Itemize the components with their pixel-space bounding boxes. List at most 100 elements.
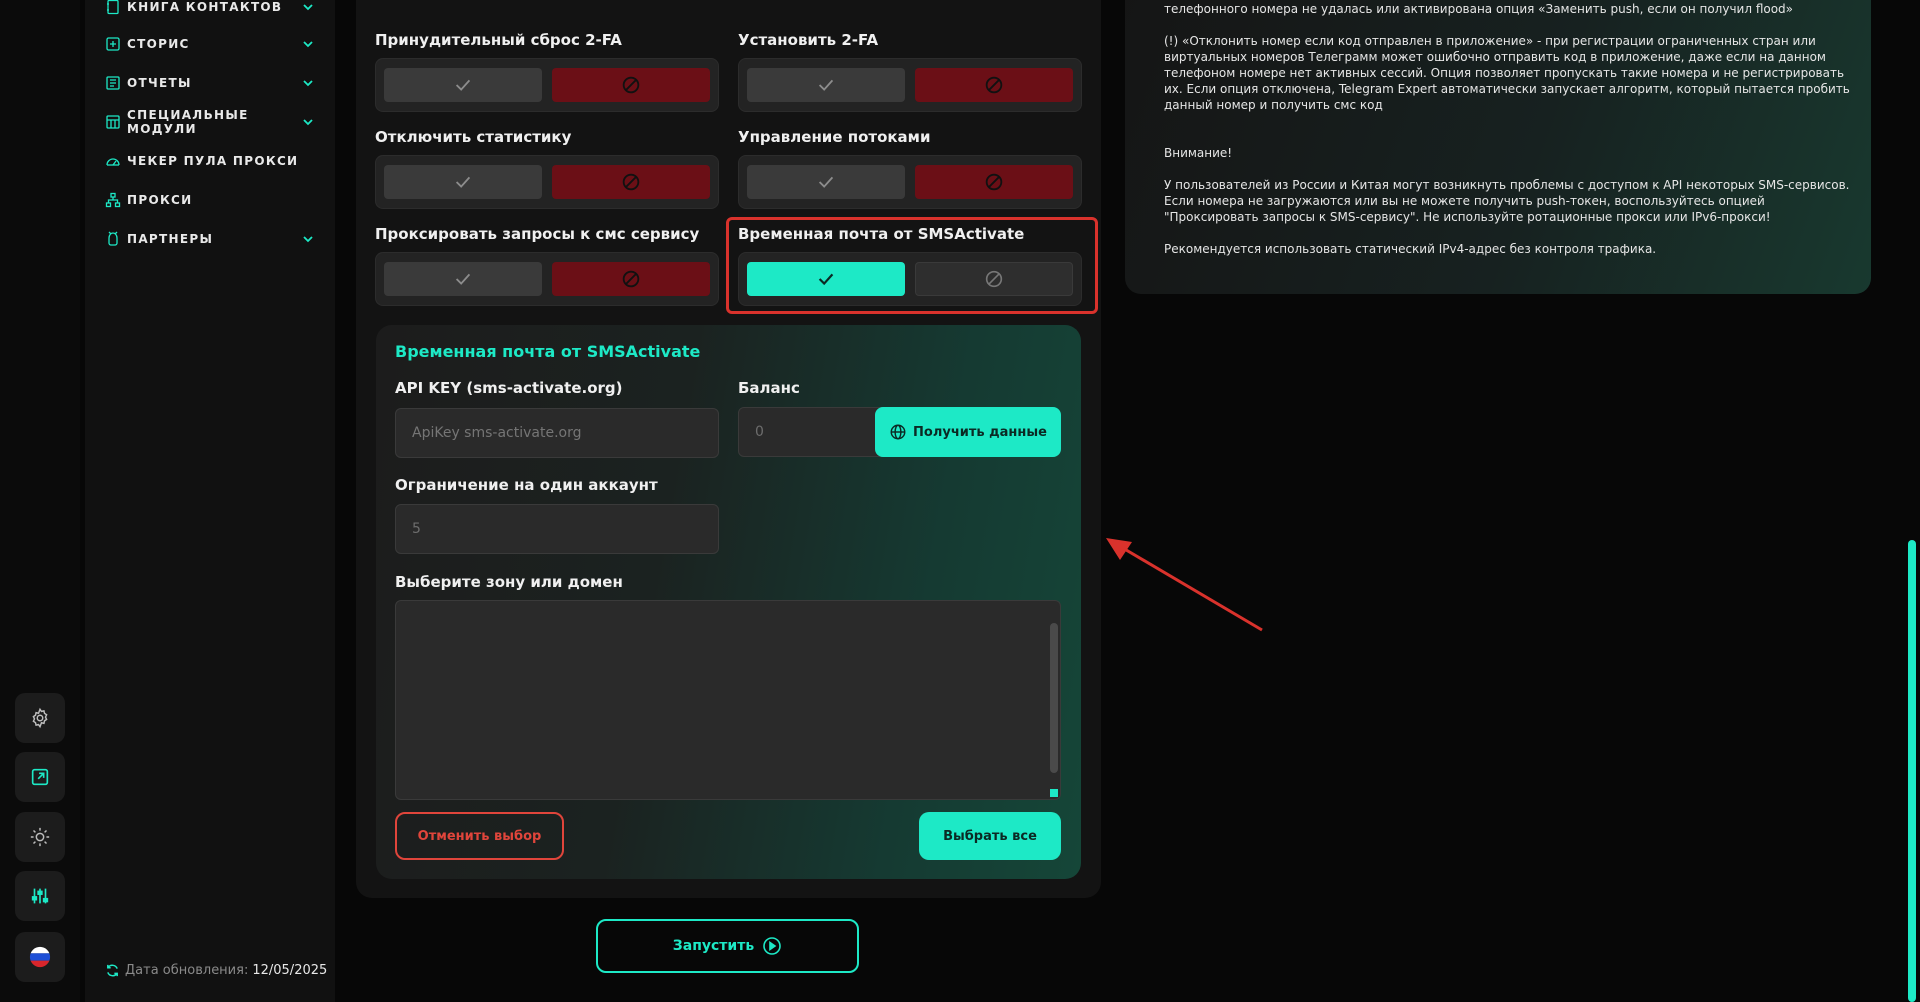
update-value: 12/05/2025 [252,963,328,978]
partners-icon [108,231,118,246]
limit-input[interactable]: 5 [395,504,719,554]
limit-label: Ограничение на один аккаунт [395,476,658,494]
info-card: телефонного номера не удалась или активи… [1125,0,1871,294]
disable-stats-label: Отключить статистику [375,128,572,146]
contacts-book-icon [107,0,119,15]
chevron-down-icon [303,236,313,243]
update-label: Дата обновления: [125,963,249,978]
proxy-sms-toggle [375,252,719,306]
launch-button[interactable]: Запустить [596,919,859,973]
external-link-rail-button[interactable] [15,752,65,802]
filters-rail-button[interactable] [15,871,65,921]
globe-icon [890,424,906,440]
sidebar-item-label: ПАРТНЕРЫ [127,232,214,246]
chevron-down-icon [303,4,313,11]
info-paragraph: телефонного номера не удалась или активи… [1164,2,1794,16]
enable-button[interactable] [384,68,542,102]
list-scrollbar[interactable] [1050,623,1058,773]
sidebar-item-label: СТОРИС [127,37,190,51]
thread-control-label: Управление потоками [738,128,931,146]
sidebar-item-contacts[interactable]: КНИГА КОНТАКТОВ [105,0,315,17]
block-icon [622,76,640,94]
info-paragraph: У пользователей из России и Китая могут … [1164,178,1850,224]
check-icon [455,273,471,285]
chevron-down-icon [303,41,313,48]
sidebar-item-proxy[interactable]: ПРОКСИ [105,190,315,210]
block-icon [622,173,640,191]
enable-button[interactable] [747,68,905,102]
gear-icon [32,707,48,729]
sidebar-item-proxy-pool-checker[interactable]: ЧЕКЕР ПУЛА ПРОКСИ [105,151,315,171]
sidebar-item-label: ЧЕКЕР ПУЛА ПРОКСИ [127,154,299,168]
proxy-sms-label: Проксировать запросы к смс сервису [375,225,700,243]
temp-mail-card-title: Временная почта от SMSActivate [395,342,701,361]
stories-plus-icon [106,37,120,51]
info-paragraph: Рекомендуется использовать статический I… [1164,242,1657,256]
disable-button[interactable] [552,165,710,199]
annotation-highlight-box [726,217,1098,314]
check-icon [455,176,471,188]
chevron-down-icon [303,119,313,126]
sidebar-item-label: ПРОКСИ [127,193,193,207]
zone-select-list[interactable] [395,600,1061,800]
check-icon [818,79,834,91]
sidebar-item-label: СПЕЦИАЛЬНЫЕ МОДУЛИ [127,108,249,136]
settings-rail-button[interactable] [15,693,65,743]
cancel-selection-button[interactable]: Отменить выбор [395,812,564,860]
set-2fa-toggle [738,58,1082,112]
annotation-arrow-icon [1106,538,1263,632]
thread-control-toggle [738,155,1082,209]
select-all-button[interactable]: Выбрать все [919,812,1061,860]
modules-icon [106,115,120,129]
balance-field: 0 [738,407,898,457]
refresh-icon [107,964,118,977]
app-window: КНИГА КОНТАКТОВ СТОРИС ОТЧЕТЫ СПЕЦИАЛЬНЫ… [0,0,1920,1002]
api-key-input[interactable] [395,408,719,458]
block-icon [985,173,1003,191]
disable-stats-toggle [375,155,719,209]
block-icon [985,76,1003,94]
sun-icon [30,827,50,847]
balance-value: 0 [755,424,764,440]
theme-rail-button[interactable] [15,812,65,862]
disable-button[interactable] [552,68,710,102]
sidebar: КНИГА КОНТАКТОВ СТОРИС ОТЧЕТЫ СПЕЦИАЛЬНЫ… [85,0,335,1002]
temp-mail-card: Временная почта от SMSActivate API KEY (… [376,325,1081,879]
disable-button[interactable] [915,68,1073,102]
enable-button[interactable] [384,165,542,199]
reports-icon [106,76,120,90]
sliders-icon [31,888,49,904]
get-data-label: Получить данные [913,424,1047,440]
external-link-icon [31,768,49,786]
chevron-down-icon [303,80,313,87]
check-icon [818,176,834,188]
info-warning-heading: Внимание! [1164,146,1233,160]
sidebar-item-label: КНИГА КОНТАКТОВ [127,0,283,14]
sidebar-item-special-modules[interactable]: СПЕЦИАЛЬНЫЕ МОДУЛИ [105,108,315,136]
sidebar-item-label: ОТЧЕТЫ [127,76,192,90]
block-icon [622,270,640,288]
get-data-button[interactable]: Получить данные [875,407,1061,457]
check-icon [455,79,471,91]
disable-button[interactable] [915,165,1073,199]
balance-label: Баланс [738,379,800,397]
set-2fa-label: Установить 2-FA [738,31,879,49]
resize-grip-icon[interactable] [1050,789,1058,797]
launch-label: Запустить [672,938,755,954]
enable-button[interactable] [747,165,905,199]
limit-value: 5 [412,521,421,537]
page-scrollbar[interactable] [1908,540,1916,1002]
info-paragraph: (!) «Отклонить номер если код отправлен … [1164,34,1850,112]
network-icon [105,192,121,208]
play-circle-icon [763,937,781,955]
zone-label: Выберите зону или домен [395,573,623,591]
enable-button[interactable] [384,262,542,296]
icon-rail [0,0,80,1002]
sidebar-item-reports[interactable]: ОТЧЕТЫ [105,73,315,93]
sidebar-item-stories[interactable]: СТОРИС [105,34,315,54]
sidebar-item-partners[interactable]: ПАРТНЕРЫ [105,229,315,249]
update-info: Дата обновления: 12/05/2025 [105,963,327,978]
language-rail-button[interactable] [15,932,65,982]
disable-button[interactable] [552,262,710,296]
russia-flag-icon [29,946,51,968]
